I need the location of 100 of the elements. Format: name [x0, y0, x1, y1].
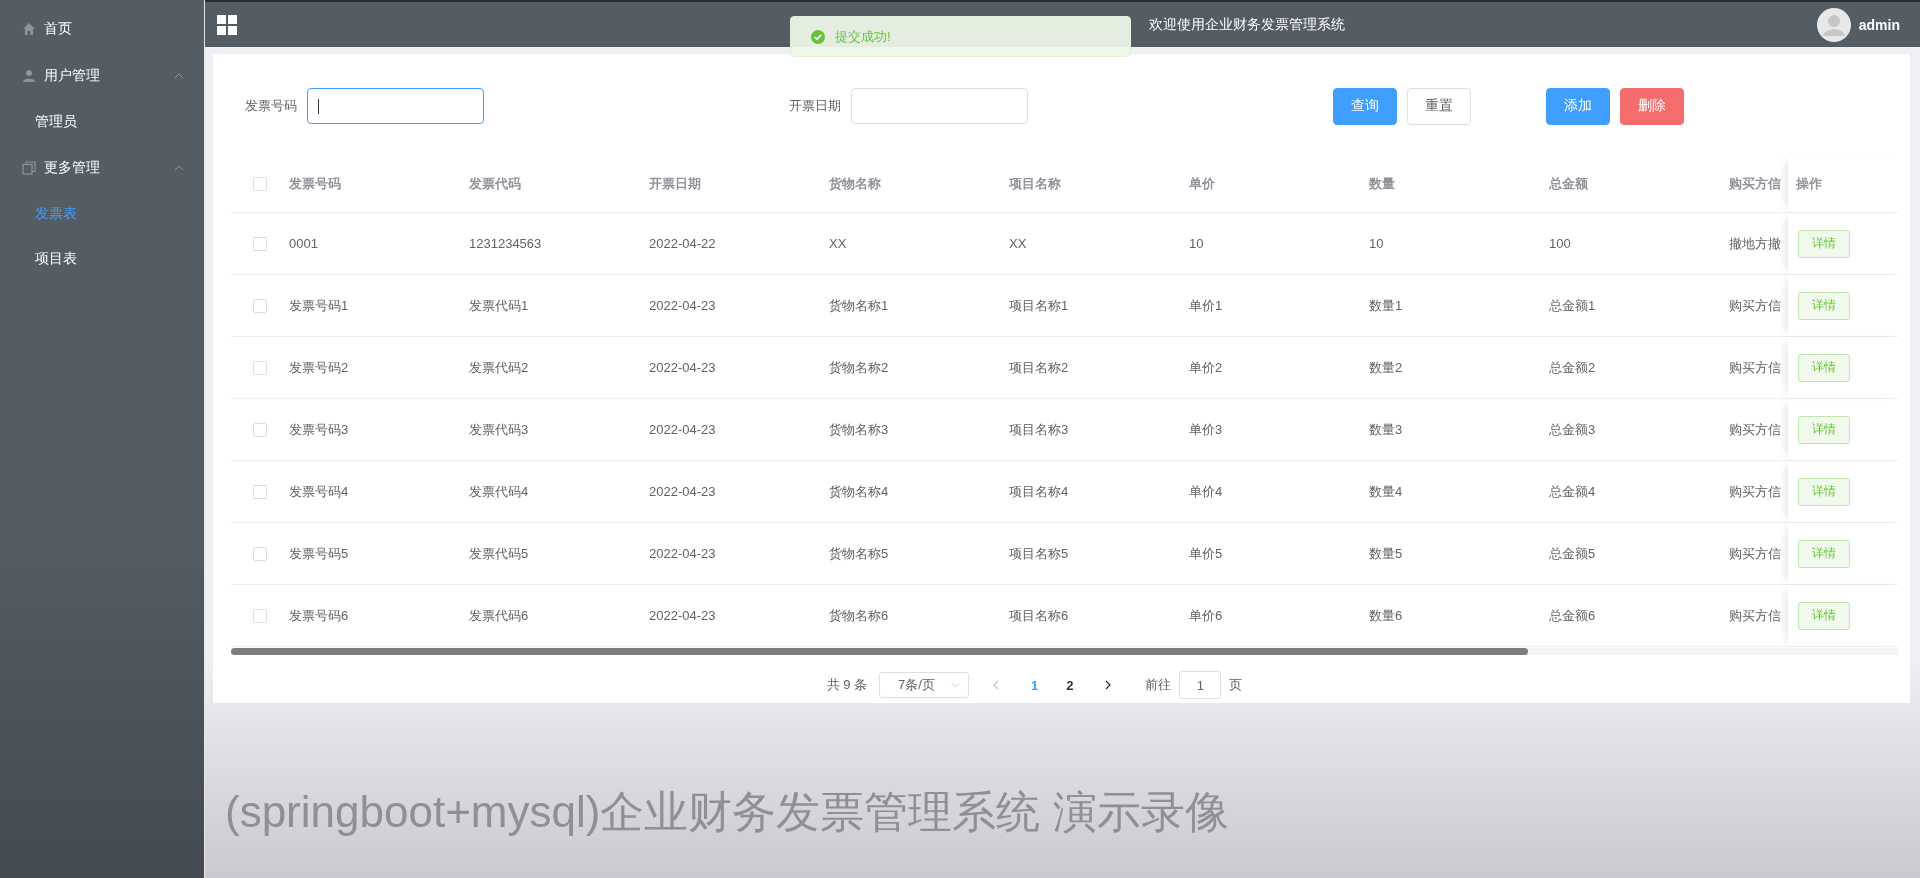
table-cell-text: 货物名称1 [829, 296, 890, 315]
table-cell-text: 项目名称6 [1009, 606, 1070, 625]
check-circle-icon [811, 29, 825, 44]
table-cell-text: 2022-04-23 [649, 484, 717, 499]
goto-field[interactable]: 1 [1179, 671, 1222, 699]
checkbox[interactable] [253, 608, 267, 623]
detail-button[interactable]: 详情 [1798, 353, 1850, 382]
table-cell-text: 10 [1369, 236, 1385, 251]
table-cell-text: 发票号码6 [289, 606, 350, 625]
column-header: 单价 [1189, 175, 1216, 193]
action-button[interactable]: 重置 [1407, 87, 1471, 125]
action-button[interactable]: 添加 [1546, 87, 1610, 125]
chevron-icon [951, 682, 960, 688]
table-cell-text: 购买方信 [1729, 420, 1782, 439]
table-cell-text: 2022-04-23 [649, 298, 717, 313]
table-cell-text: 2022-04-23 [649, 546, 717, 561]
table-cell-text: 撤地方撤 [1729, 234, 1782, 253]
submenu-title[interactable]: 用户管理 [0, 52, 204, 99]
table-cell-text: 购买方信 [1729, 544, 1782, 563]
table-cell-text: 数量3 [1369, 420, 1404, 439]
user-name[interactable]: admin [1858, 16, 1900, 33]
input-field[interactable] [307, 88, 484, 124]
column-header: 总金额 [1549, 175, 1589, 193]
detail-button[interactable]: 详情 [1798, 477, 1850, 506]
toast-message: 提交成功! [835, 27, 891, 46]
table-cell-text: 项目名称2 [1009, 358, 1070, 377]
detail-button[interactable]: 详情 [1798, 229, 1850, 258]
table-cell-text: XX [1009, 236, 1028, 251]
table-cell-text: 货物名称4 [829, 482, 890, 501]
checkbox[interactable] [253, 422, 267, 437]
menu-item[interactable]: 项目表 [0, 236, 204, 281]
detail-button[interactable]: 详情 [1798, 415, 1850, 444]
checkbox[interactable] [253, 546, 267, 561]
column-header: 发票代码 [469, 175, 522, 193]
table-cell-text: 总金额6 [1549, 606, 1597, 625]
table-cell-text: 购买方信 [1729, 358, 1782, 377]
table-cell-text: 单价5 [1189, 544, 1224, 563]
prev-page-icon[interactable] [993, 680, 999, 690]
checkbox[interactable] [253, 360, 267, 375]
next-page-icon[interactable] [1105, 680, 1112, 690]
table-cell-text: 单价6 [1189, 606, 1224, 625]
table-cell-text: 1231234563 [469, 236, 543, 251]
page-number[interactable]: 1 [1023, 677, 1047, 693]
table-cell-text: 发票号码5 [289, 544, 350, 563]
scrollbar[interactable] [231, 648, 1898, 655]
column-header: 货物名称 [829, 175, 882, 193]
column-header: 发票号码 [289, 175, 342, 193]
checkbox[interactable] [253, 484, 267, 499]
page-number[interactable]: 2 [1058, 677, 1082, 693]
checkbox[interactable] [253, 177, 267, 191]
table-cell-text: 项目名称5 [1009, 544, 1070, 563]
table-cell-text: 100 [1549, 236, 1572, 251]
table-cell-text: 数量5 [1369, 544, 1404, 563]
table-cell-text: 单价3 [1189, 420, 1224, 439]
submenu-title[interactable]: 更多管理 [0, 144, 204, 191]
table-cell-text: 总金额3 [1549, 420, 1597, 439]
table-cell-text: XX [829, 236, 848, 251]
page-unit: 页 [1229, 676, 1243, 694]
table-cell-text: 发票号码4 [289, 482, 350, 501]
table-cell-text: 总金额1 [1549, 296, 1597, 315]
table-cell-text: 购买方信 [1729, 296, 1782, 315]
table-cell-text: 货物名称3 [829, 420, 890, 439]
menu-item[interactable]: 首页 [0, 5, 204, 52]
table-cell-text: 数量1 [1369, 296, 1404, 315]
page-size-select[interactable]: 7条/页 [879, 672, 969, 698]
table-cell-text: 发票代码4 [469, 482, 530, 501]
detail-button[interactable]: 详情 [1798, 601, 1850, 630]
table-cell-text: 发票号码2 [289, 358, 350, 377]
column-header: 数量 [1369, 175, 1396, 193]
menu-item[interactable]: 发票表 [0, 191, 204, 236]
action-button[interactable]: 查询 [1333, 87, 1397, 125]
detail-button[interactable]: 详情 [1798, 291, 1850, 320]
table-cell-text: 项目名称1 [1009, 296, 1070, 315]
table-cell-text: 发票代码2 [469, 358, 530, 377]
checkbox[interactable] [253, 298, 267, 313]
table-cell-text: 数量6 [1369, 606, 1404, 625]
avatar-icon[interactable] [1816, 7, 1851, 42]
goto-label: 前往 [1145, 676, 1172, 694]
grid-icon[interactable] [217, 14, 237, 35]
column-header: 开票日期 [649, 175, 702, 193]
menu-item[interactable]: 管理员 [0, 99, 204, 144]
table-cell-text: 总金额4 [1549, 482, 1597, 501]
table-cell-text: 单价4 [1189, 482, 1224, 501]
action-button[interactable]: 删除 [1620, 87, 1684, 125]
table-cell-text: 0001 [289, 236, 319, 251]
table-cell-text: 发票号码3 [289, 420, 350, 439]
field-label: 发票号码 [245, 97, 297, 115]
table-cell-text: 发票号码1 [289, 296, 350, 315]
field-label: 开票日期 [789, 97, 841, 115]
checkbox[interactable] [253, 236, 267, 251]
table-cell-text: 2022-04-23 [649, 360, 717, 375]
table-cell-text: 2022-04-22 [649, 236, 717, 251]
table-cell-text: 货物名称6 [829, 606, 890, 625]
detail-button[interactable]: 详情 [1798, 539, 1850, 568]
column-header: 项目名称 [1009, 175, 1062, 193]
table-cell-text: 购买方信 [1729, 482, 1782, 501]
table-cell-text: 10 [1189, 236, 1205, 251]
column-header: 购买方信 [1729, 175, 1782, 193]
table-cell-text: 2022-04-23 [649, 422, 717, 437]
table-cell-text: 数量4 [1369, 482, 1404, 501]
